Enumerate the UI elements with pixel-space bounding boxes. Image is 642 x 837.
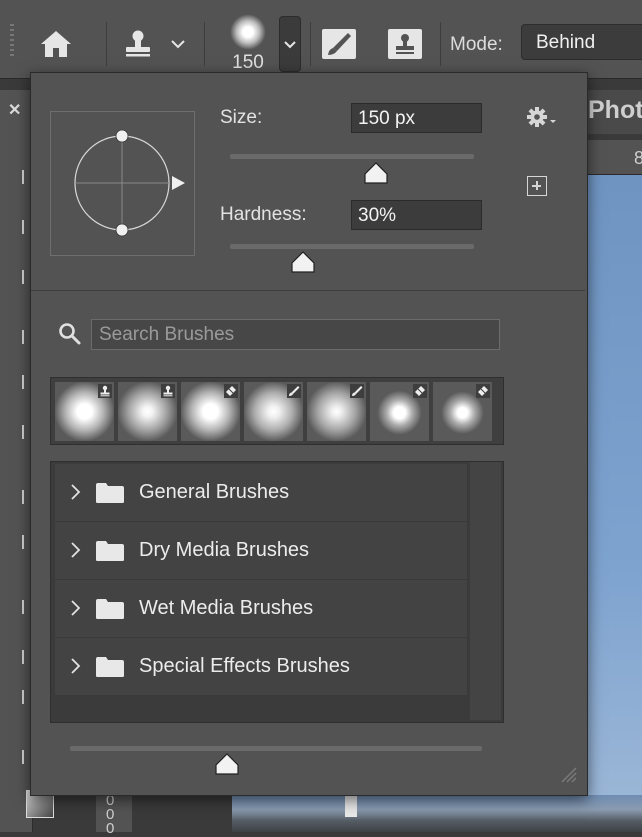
hardness-slider-thumb[interactable] (291, 251, 315, 273)
document-canvas-bottom[interactable] (232, 795, 642, 832)
chevron-down-icon (550, 120, 556, 123)
mode-select[interactable]: Behind (521, 24, 642, 60)
preview-size-slider-track[interactable] (70, 746, 482, 751)
brush-icon (350, 384, 364, 398)
size-label: Size: (220, 107, 263, 128)
size-slider-thumb[interactable] (364, 162, 388, 184)
document-tab-title: Phot (588, 96, 642, 124)
chevron-right-icon[interactable] (69, 599, 81, 617)
recent-brush-preset[interactable] (55, 382, 114, 441)
stamp-icon (98, 384, 112, 398)
folder-row-dry-media-brushes[interactable]: Dry Media Brushes (55, 522, 467, 580)
hardness-input[interactable]: 30% (351, 200, 482, 230)
folder-name: Dry Media Brushes (139, 539, 310, 561)
chevron-down-icon (284, 40, 296, 48)
popup-divider (31, 290, 585, 291)
brush-tip-preview[interactable] (230, 14, 266, 50)
brush-settings-panel-icon[interactable] (321, 26, 357, 62)
options-bar-grip[interactable] (10, 24, 14, 58)
folder-icon (96, 541, 124, 561)
recent-brush-preset[interactable] (244, 382, 303, 441)
document-tab[interactable]: Phot (584, 90, 642, 134)
folder-icon (96, 599, 124, 619)
recent-brushes-row (50, 377, 504, 445)
size-slider-track[interactable] (230, 154, 474, 159)
preview-size-slider-thumb[interactable] (214, 753, 239, 775)
folder-name: Wet Media Brushes (139, 597, 314, 619)
photo-detail (345, 795, 357, 817)
options-bar: 150 Mode: Behind (0, 0, 642, 79)
chevron-right-icon[interactable] (69, 541, 81, 559)
left-ruler: 0 0 0 (96, 790, 132, 836)
separator (310, 22, 311, 66)
folder-row-general-brushes[interactable]: General Brushes (55, 464, 467, 522)
recent-brush-preset[interactable] (433, 382, 492, 441)
folder-icon (96, 483, 124, 503)
hardness-slider-track[interactable] (230, 244, 474, 249)
stamp-icon (161, 384, 175, 398)
brush-picker-dropdown-button[interactable] (279, 16, 301, 72)
roundness-handle-bottom[interactable] (115, 223, 129, 237)
folder-row-special-effects-brushes[interactable]: Special Effects Brushes (55, 638, 467, 696)
roundness-handle-top[interactable] (115, 129, 129, 143)
folder-list-scrollbar[interactable] (470, 462, 501, 720)
brush-icon (287, 384, 301, 398)
folder-name: General Brushes (139, 481, 290, 503)
folder-name: Special Effects Brushes (139, 655, 350, 677)
recent-brush-preset[interactable] (370, 382, 429, 441)
gear-icon[interactable] (526, 104, 558, 132)
size-input[interactable]: 150 px (351, 103, 482, 133)
separator (204, 22, 205, 66)
new-brush-preset-icon[interactable] (527, 176, 547, 196)
brush-tip-angle-roundness-preview[interactable] (50, 111, 195, 256)
folder-icon (96, 657, 124, 677)
eraser-icon (476, 384, 490, 398)
angle-arrow-handle[interactable] (172, 176, 185, 190)
separator (106, 22, 107, 66)
close-icon[interactable]: ✕ (8, 100, 21, 120)
search-brushes-input[interactable]: Search Brushes (91, 319, 500, 350)
home-icon[interactable] (38, 26, 74, 62)
eraser-icon (224, 384, 238, 398)
search-icon (59, 323, 81, 345)
clone-stamp-tool-icon[interactable] (120, 26, 156, 62)
brush-folder-list: General Brushes Dry Media Brushes Wet Me… (50, 461, 504, 723)
chevron-right-icon[interactable] (69, 657, 81, 675)
tools-panel (0, 90, 33, 832)
clone-source-panel-icon[interactable] (387, 26, 423, 62)
document-canvas[interactable] (586, 175, 642, 832)
hardness-label: Hardness: (220, 204, 307, 225)
brush-size-readout: 150 (232, 52, 264, 73)
recent-brush-preset[interactable] (307, 382, 366, 441)
recent-brush-preset[interactable] (118, 382, 177, 441)
resize-grip-icon[interactable] (558, 764, 578, 784)
mode-label: Mode: (450, 34, 503, 55)
ruler-tick-label: 8 (634, 148, 642, 168)
recent-brush-preset[interactable] (181, 382, 240, 441)
chevron-right-icon[interactable] (69, 483, 81, 501)
folder-row-wet-media-brushes[interactable]: Wet Media Brushes (55, 580, 467, 638)
separator (440, 22, 441, 66)
ruler-tick-label: 0 0 0 (106, 792, 115, 837)
top-ruler: 8 (586, 140, 642, 175)
eraser-icon (413, 384, 427, 398)
tool-preset-chevron-down-icon[interactable] (166, 26, 190, 62)
